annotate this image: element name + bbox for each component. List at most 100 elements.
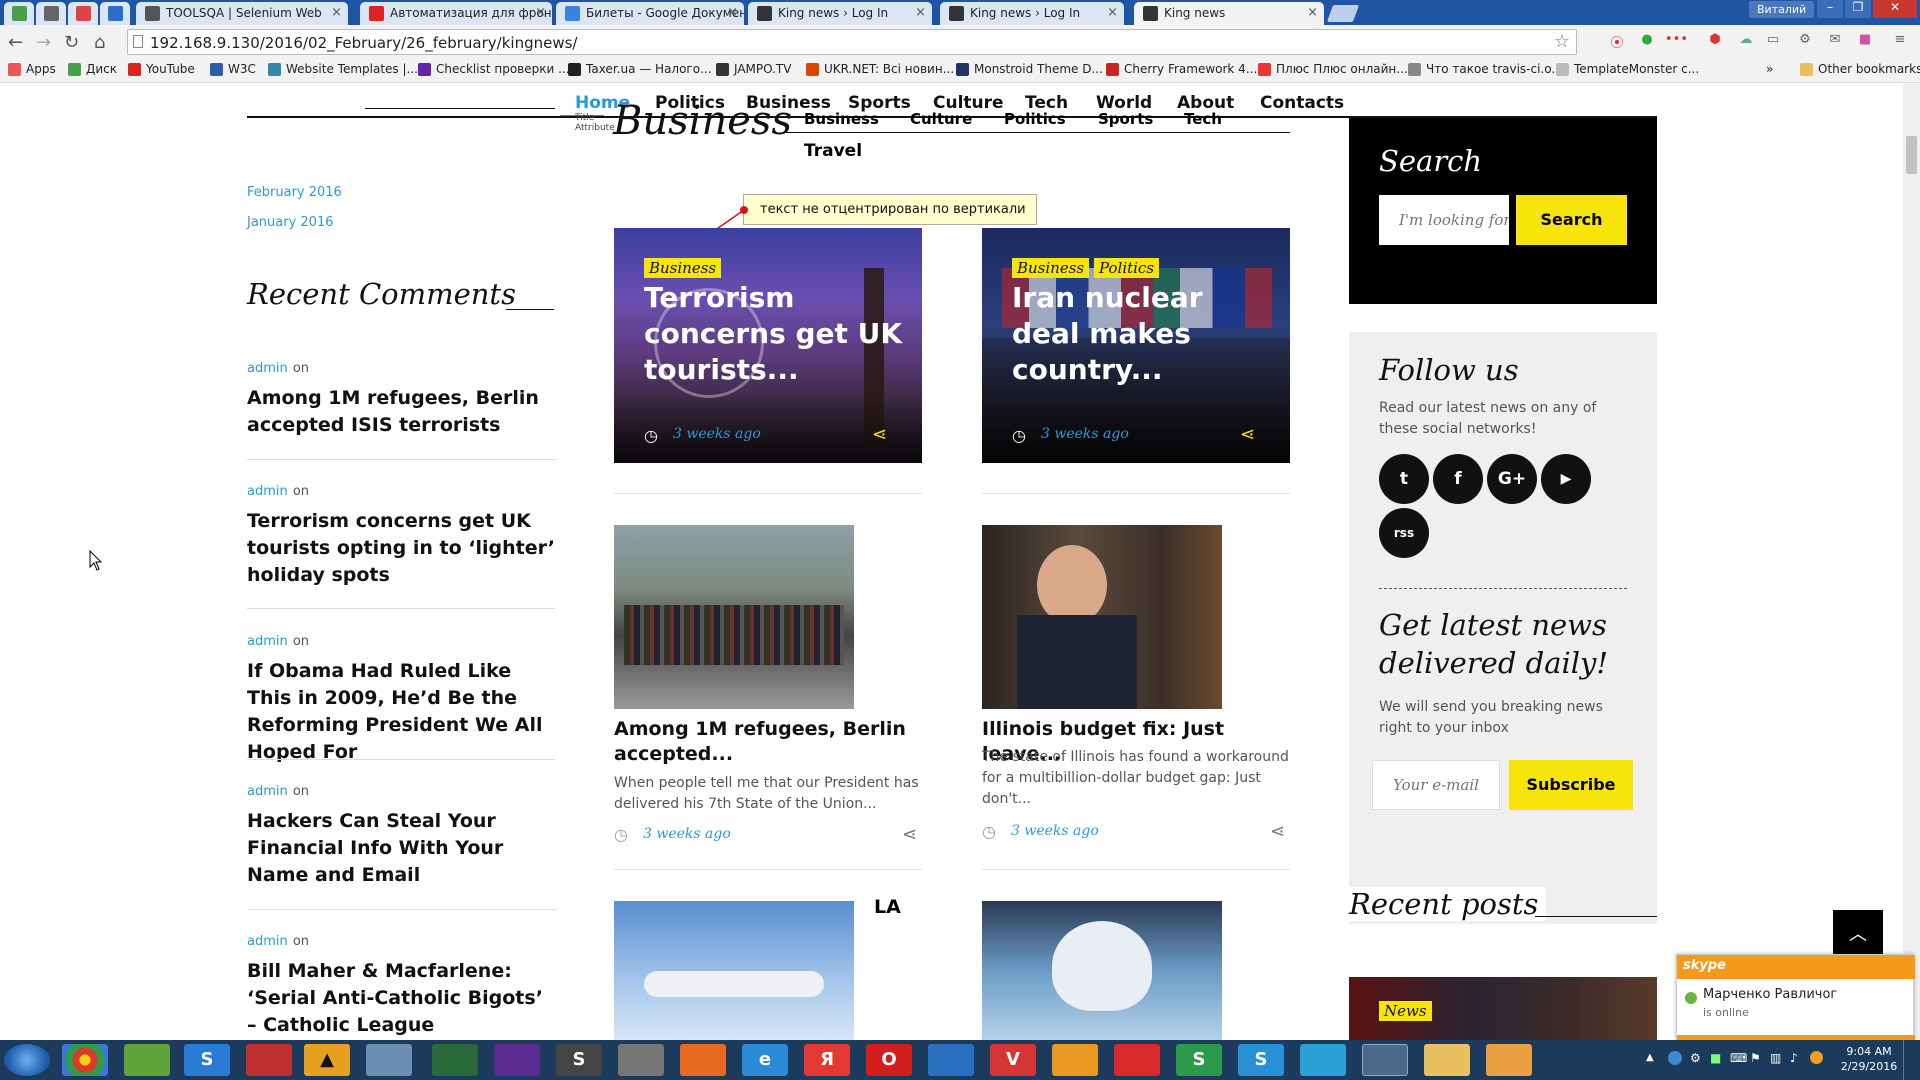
close-window-button[interactable]: ✕ bbox=[1873, 0, 1917, 18]
opera-taskbar-icon[interactable]: O bbox=[866, 1044, 912, 1076]
dropdown-item-tech[interactable]: Tech bbox=[1184, 110, 1222, 128]
tab-pinned-2[interactable] bbox=[36, 2, 66, 25]
bookmark-travis[interactable]: Что такое travis-ci.o... bbox=[1408, 62, 1563, 76]
close-icon[interactable]: × bbox=[331, 5, 342, 20]
bookmark-w3c[interactable]: W3C bbox=[210, 62, 256, 76]
comment-post-title[interactable]: Among 1M refugees, Berlin accepted ISIS … bbox=[247, 385, 555, 439]
close-icon[interactable]: × bbox=[727, 5, 738, 20]
forward-icon[interactable]: → bbox=[36, 32, 51, 53]
comment-author[interactable]: admin bbox=[247, 784, 288, 799]
yandex-taskbar-icon[interactable]: Я bbox=[804, 1044, 850, 1076]
featured-post-title[interactable]: Terrorism concerns get UK tourists... bbox=[644, 280, 904, 388]
reload-icon[interactable]: ↻ bbox=[64, 32, 79, 53]
dropdown-item-politics[interactable]: Politics bbox=[1004, 110, 1066, 128]
category-tag[interactable]: News bbox=[1379, 1001, 1432, 1021]
dots-extension-icon[interactable]: ••• bbox=[1665, 32, 1688, 52]
rss-icon[interactable]: rss bbox=[1379, 508, 1429, 558]
skype-taskbar-icon[interactable]: S bbox=[184, 1044, 230, 1076]
share-icon[interactable]: ⋖ bbox=[1240, 424, 1255, 445]
back-icon[interactable]: ← bbox=[8, 32, 23, 53]
anydesk-taskbar-icon[interactable] bbox=[1114, 1044, 1160, 1076]
share-icon[interactable]: ⋖ bbox=[872, 424, 887, 445]
tray-expand-icon[interactable]: ▲ bbox=[1646, 1052, 1654, 1063]
outlook-taskbar-icon[interactable] bbox=[1486, 1044, 1532, 1076]
skype-notification[interactable]: skype Марченко Равличог is online bbox=[1676, 954, 1915, 1040]
tab-login-2[interactable]: King news › Log In × bbox=[940, 2, 1124, 25]
comment-post-title[interactable]: Hackers Can Steal Your Financial Info Wi… bbox=[247, 808, 555, 889]
tab-automation[interactable]: Автоматизация для фрон × bbox=[360, 2, 552, 25]
tray-keyboard-icon[interactable]: ⌨ bbox=[1730, 1051, 1747, 1065]
bookmark-taxer[interactable]: Taxer.ua — Налого... bbox=[568, 62, 712, 76]
comment-author[interactable]: admin bbox=[247, 634, 288, 649]
tray-icon[interactable] bbox=[1668, 1051, 1682, 1065]
tray-gear-icon[interactable]: ⚙ bbox=[1690, 1051, 1701, 1065]
share-icon[interactable]: ⋖ bbox=[1270, 821, 1285, 842]
bookmark-star-icon[interactable]: ☆ bbox=[1554, 31, 1570, 52]
archive-link-february[interactable]: February 2016 bbox=[247, 185, 342, 200]
post-title[interactable]: Among 1M refugees, Berlin accepted... bbox=[614, 717, 914, 767]
category-tag[interactable]: Business bbox=[1012, 258, 1090, 278]
telegram-taskbar-icon[interactable] bbox=[1300, 1044, 1346, 1076]
google-plus-icon[interactable]: G+ bbox=[1487, 454, 1537, 504]
menu-icon[interactable]: ≡ bbox=[1890, 32, 1910, 52]
tray-network-icon[interactable]: ▥ bbox=[1770, 1051, 1781, 1065]
volume-icon[interactable]: ♪ bbox=[1790, 1051, 1798, 1065]
post-thumbnail[interactable] bbox=[982, 901, 1222, 1040]
dropdown-item-culture[interactable]: Culture bbox=[910, 110, 972, 128]
color-extension-icon[interactable]: ■ bbox=[1855, 32, 1875, 52]
bookmark-monstroid[interactable]: Monstroid Theme D... bbox=[956, 62, 1103, 76]
comment-author[interactable]: admin bbox=[247, 934, 288, 949]
clock-date[interactable]: 2/29/2016 bbox=[1840, 1060, 1898, 1073]
new-tab-button[interactable] bbox=[1326, 5, 1360, 22]
adblock-extension-icon[interactable]: ⬢ bbox=[1705, 32, 1725, 52]
comment-author[interactable]: admin bbox=[247, 361, 288, 376]
dropdown-item-business[interactable]: Business bbox=[804, 110, 879, 128]
warning-taskbar-icon[interactable]: ▲ bbox=[304, 1044, 350, 1076]
bookmark-plus-plus[interactable]: Плюс Плюс онлайн... bbox=[1258, 62, 1408, 76]
tab-pinned-4[interactable] bbox=[100, 2, 130, 25]
post-title-partial[interactable]: LA bbox=[874, 896, 901, 918]
clock-time[interactable]: 9:04 AM bbox=[1840, 1045, 1898, 1058]
bookmark-youtube[interactable]: YouTube bbox=[128, 62, 195, 76]
skype-2-taskbar-icon[interactable]: S bbox=[1238, 1044, 1284, 1076]
address-bar[interactable]: 192.168.9.130/2016/02_February/26_februa… bbox=[127, 29, 1577, 55]
comment-post-title[interactable]: If Obama Had Ruled Like This in 2009, He… bbox=[247, 658, 555, 766]
bookmark-apps[interactable]: Apps bbox=[8, 62, 56, 76]
tab-pinned-1[interactable] bbox=[4, 2, 34, 25]
cloud-extension-icon[interactable]: ☁ bbox=[1736, 32, 1756, 52]
tab-king-news[interactable]: King news × bbox=[1134, 2, 1324, 25]
bookmark-checklist[interactable]: Checklist проверки ... bbox=[418, 62, 570, 76]
start-button[interactable] bbox=[4, 1044, 50, 1076]
profile-button[interactable]: Виталий bbox=[1749, 1, 1815, 18]
tray-skype-icon[interactable] bbox=[1810, 1051, 1823, 1064]
bookmark-jampo[interactable]: JAMPO.TV bbox=[716, 62, 791, 76]
nav-travel[interactable]: Travel bbox=[804, 141, 862, 161]
notepad-taskbar-icon[interactable] bbox=[124, 1044, 170, 1076]
email-input[interactable] bbox=[1372, 760, 1500, 810]
chrome-active-taskbar-icon[interactable] bbox=[1362, 1044, 1408, 1076]
bookmark-disk[interactable]: Диск bbox=[68, 62, 117, 76]
post-thumbnail[interactable] bbox=[614, 901, 854, 1040]
search-button[interactable]: Search bbox=[1516, 195, 1627, 245]
dropdown-item-sports[interactable]: Sports bbox=[1098, 110, 1153, 128]
facebook-icon[interactable]: f bbox=[1433, 454, 1483, 504]
evernote-extension-icon[interactable]: ● bbox=[1637, 32, 1657, 52]
featured-post-card[interactable]: Business Politics Iran nuclear deal make… bbox=[982, 228, 1290, 463]
twitter-icon[interactable]: t bbox=[1379, 454, 1429, 504]
browser-taskbar-icon[interactable] bbox=[928, 1044, 974, 1076]
comment-post-title[interactable]: Bill Maher & Macfarlene: ‘Serial Anti-Ca… bbox=[247, 958, 555, 1039]
firefox-taskbar-icon[interactable] bbox=[680, 1044, 726, 1076]
bookmark-other[interactable]: Other bookmarks bbox=[1800, 62, 1920, 76]
category-tag[interactable]: Politics bbox=[1094, 258, 1160, 278]
tray-flag-icon[interactable]: ⚑ bbox=[1750, 1051, 1761, 1065]
bookmark-website-templates[interactable]: Website Templates |... bbox=[268, 62, 418, 76]
sublime-taskbar-icon[interactable]: S bbox=[556, 1044, 602, 1076]
close-icon[interactable]: × bbox=[535, 5, 546, 20]
spider-taskbar-icon[interactable] bbox=[618, 1044, 664, 1076]
tab-toolsqa[interactable]: TOOLSQA | Selenium Web × bbox=[136, 2, 348, 25]
scrollbar-thumb[interactable] bbox=[1906, 136, 1917, 174]
window-extension-icon[interactable]: ▭ bbox=[1763, 32, 1783, 52]
page-scrollbar[interactable] bbox=[1903, 84, 1920, 1040]
bookmarks-overflow[interactable]: » bbox=[1766, 62, 1773, 76]
close-icon[interactable]: × bbox=[915, 5, 926, 20]
